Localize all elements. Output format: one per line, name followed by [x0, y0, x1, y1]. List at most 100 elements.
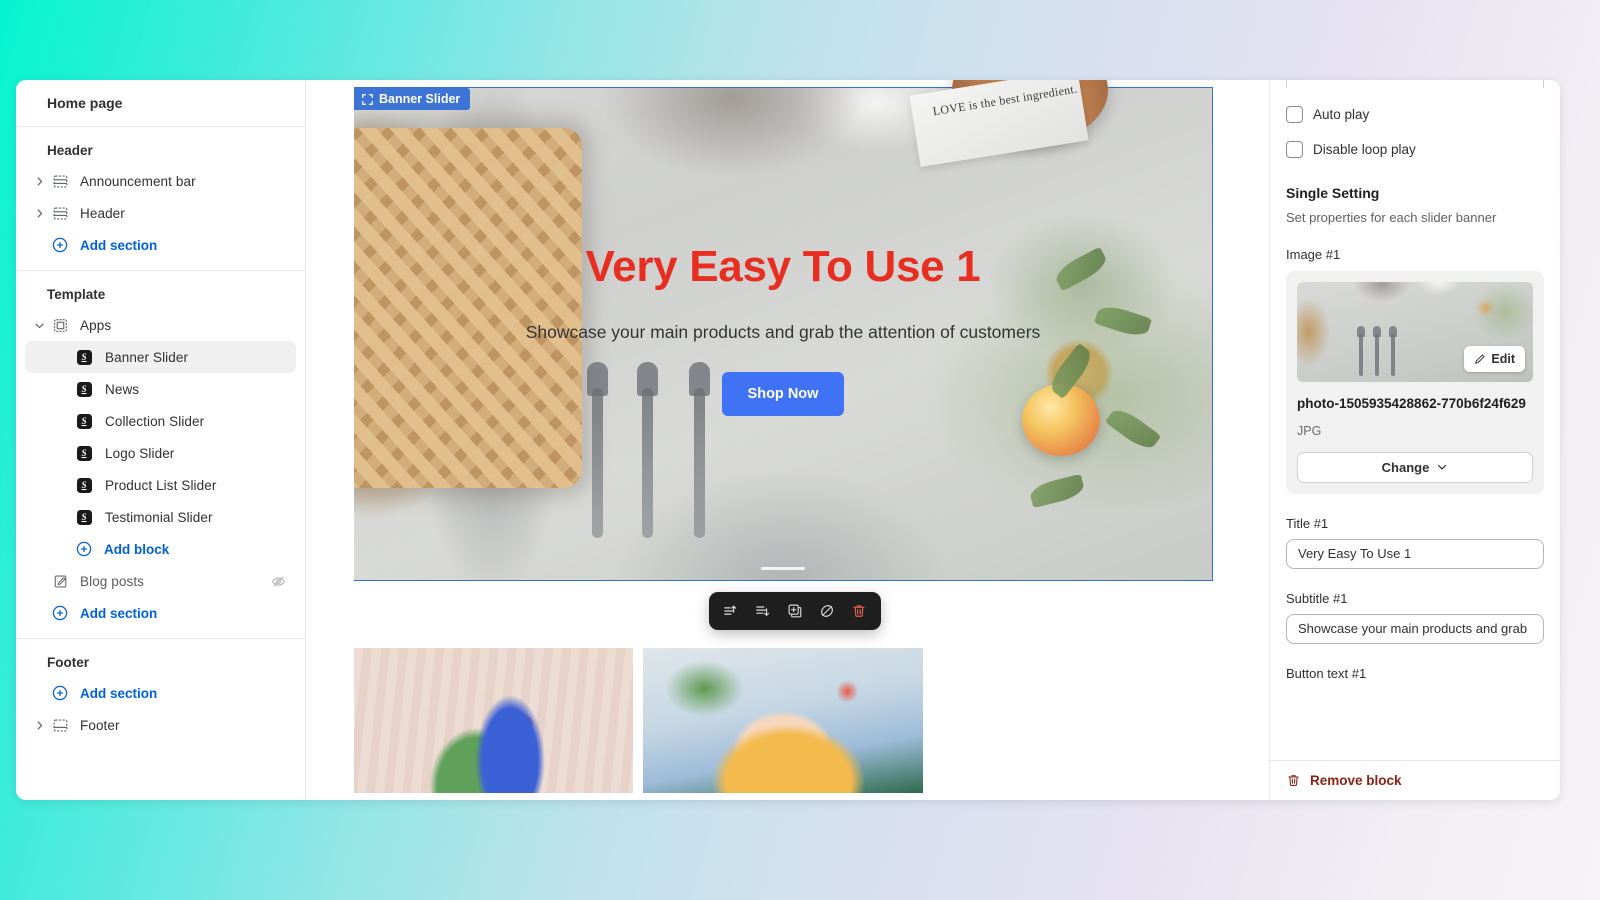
add-block-label: Add block	[104, 541, 170, 557]
add-section-template-button[interactable]: Add section	[25, 597, 296, 629]
sidebar-item-news[interactable]: S News	[25, 373, 296, 405]
delete-icon[interactable]	[845, 597, 873, 625]
sidebar-item-label: Testimonial Slider	[105, 509, 213, 525]
remove-block-label: Remove block	[1310, 773, 1402, 788]
subtitle-field-label: Subtitle #1	[1286, 590, 1348, 606]
image-thumbnail[interactable]: Edit	[1297, 282, 1533, 382]
sidebar-item-testimonial-slider[interactable]: S Testimonial Slider	[25, 501, 296, 533]
add-section-header-button[interactable]: Add section	[25, 229, 296, 261]
edit-image-button[interactable]: Edit	[1464, 346, 1525, 372]
image-filename: photo-1505935428862-770b6f24f629	[1297, 396, 1526, 411]
group-heading-footer: Footer	[47, 655, 89, 670]
pencil-icon	[1475, 354, 1486, 364]
frame-icon	[362, 93, 373, 105]
blog-post-card[interactable]	[643, 648, 923, 793]
edit-label: Edit	[1491, 352, 1515, 366]
theme-editor-window: Home page Header Announcement bar Header…	[16, 80, 1560, 800]
section-icon	[49, 174, 71, 189]
banner-title: Very Easy To Use 1	[585, 242, 981, 291]
hide-icon[interactable]	[813, 597, 841, 625]
sidebar-item-announcement-bar[interactable]: Announcement bar	[25, 165, 296, 197]
app-badge-icon: S	[73, 349, 95, 365]
sidebar-item-label: Footer	[80, 717, 120, 733]
disable-loop-play-label: Disable loop play	[1313, 142, 1416, 157]
chevron-right-icon[interactable]	[29, 720, 49, 731]
sidebar-item-banner-slider[interactable]: S Banner Slider	[25, 341, 296, 373]
section-floating-toolbar	[709, 592, 881, 630]
trash-icon	[1286, 773, 1301, 788]
change-label: Change	[1381, 459, 1430, 475]
slider-pagination-indicator[interactable]	[761, 567, 805, 570]
image-field-label: Image #1	[1286, 247, 1341, 262]
blog-post-card[interactable]	[933, 648, 1212, 793]
chevron-right-icon[interactable]	[29, 208, 49, 219]
add-section-footer-button[interactable]: Add section	[25, 677, 296, 709]
auto-play-checkbox-row[interactable]: Auto play	[1286, 106, 1544, 123]
sections-sidebar: Home page Header Announcement bar Header…	[16, 80, 306, 800]
section-icon	[49, 718, 71, 733]
banner-content: Very Easy To Use 1 Showcase your main pr…	[354, 88, 1212, 580]
sidebar-item-header[interactable]: Header	[25, 197, 296, 229]
title-field-label: Title #1	[1286, 515, 1329, 531]
shop-now-button[interactable]: Shop Now	[722, 372, 844, 416]
section-icon	[49, 206, 71, 221]
settings-scroll-area[interactable]: Auto play Disable loop play Single Setti…	[1270, 80, 1560, 760]
add-section-label: Add section	[80, 237, 158, 253]
sidebar-item-apps[interactable]: Apps	[25, 309, 296, 341]
section-selection-chip[interactable]: Banner Slider	[354, 88, 471, 110]
checkbox-icon[interactable]	[1286, 141, 1303, 158]
app-badge-icon: S	[73, 509, 95, 525]
group-heading-template: Template	[47, 287, 106, 302]
sidebar-item-label: News	[105, 381, 140, 397]
sidebar-item-label: Announcement bar	[80, 173, 196, 189]
sidebar-group-footer: Footer Add section Footer	[16, 639, 305, 750]
sidebar-item-label: Logo Slider	[105, 445, 175, 461]
clipped-input-above[interactable]	[1286, 80, 1544, 88]
title-input[interactable]	[1286, 538, 1544, 569]
chevron-right-icon[interactable]	[29, 176, 49, 187]
settings-panel: Auto play Disable loop play Single Setti…	[1270, 80, 1560, 800]
apps-icon	[49, 318, 71, 333]
subtitle-input[interactable]	[1286, 613, 1544, 644]
plus-circle-icon	[49, 237, 71, 253]
blog-icon	[49, 574, 71, 589]
blog-post-grid	[354, 648, 1212, 793]
sidebar-item-label: Blog posts	[80, 573, 145, 589]
image-picker-card: Edit photo-1505935428862-770b6f24f629 JP…	[1286, 271, 1544, 494]
add-block-button[interactable]: Add block	[25, 533, 296, 565]
plus-circle-icon	[73, 541, 95, 557]
group-heading-header: Header	[47, 143, 93, 158]
blog-post-card[interactable]	[354, 648, 634, 793]
button-text-field-label: Button text #1	[1286, 665, 1367, 681]
move-up-icon[interactable]	[717, 597, 745, 625]
section-chip-label: Banner Slider	[379, 92, 461, 106]
disable-loop-play-checkbox-row[interactable]: Disable loop play	[1286, 141, 1544, 158]
app-badge-icon: S	[73, 381, 95, 397]
chevron-down-icon[interactable]	[29, 320, 49, 331]
sidebar-item-collection-slider[interactable]: S Collection Slider	[25, 405, 296, 437]
banner-slider-section[interactable]: LOVE is the best ingredient. Banner Slid…	[354, 80, 1213, 581]
chevron-down-icon	[1438, 464, 1447, 470]
change-image-button[interactable]: Change	[1297, 451, 1533, 483]
sidebar-item-label: Header	[80, 205, 125, 221]
auto-play-label: Auto play	[1313, 107, 1370, 122]
image-filetype: JPG	[1297, 423, 1322, 438]
preview-canvas: LOVE is the best ingredient. Banner Slid…	[354, 80, 1260, 800]
hidden-eye-icon[interactable]	[271, 574, 286, 589]
sidebar-item-logo-slider[interactable]: S Logo Slider	[25, 437, 296, 469]
sidebar-item-footer[interactable]: Footer	[25, 709, 296, 741]
duplicate-icon[interactable]	[781, 597, 809, 625]
sidebar-item-blog-posts[interactable]: Blog posts	[25, 565, 296, 597]
move-down-icon[interactable]	[749, 597, 777, 625]
plus-circle-icon	[49, 685, 71, 701]
sidebar-item-label: Product List Slider	[105, 477, 217, 493]
single-setting-heading: Single Setting	[1286, 185, 1380, 201]
single-setting-description: Set properties for each slider banner	[1286, 210, 1497, 225]
add-section-label: Add section	[80, 605, 158, 621]
add-section-label: Add section	[80, 685, 158, 701]
sidebar-item-label: Banner Slider	[105, 349, 189, 365]
sidebar-item-product-list-slider[interactable]: S Product List Slider	[25, 469, 296, 501]
checkbox-icon[interactable]	[1286, 106, 1303, 123]
app-badge-icon: S	[73, 413, 95, 429]
remove-block-button[interactable]: Remove block	[1270, 760, 1560, 800]
